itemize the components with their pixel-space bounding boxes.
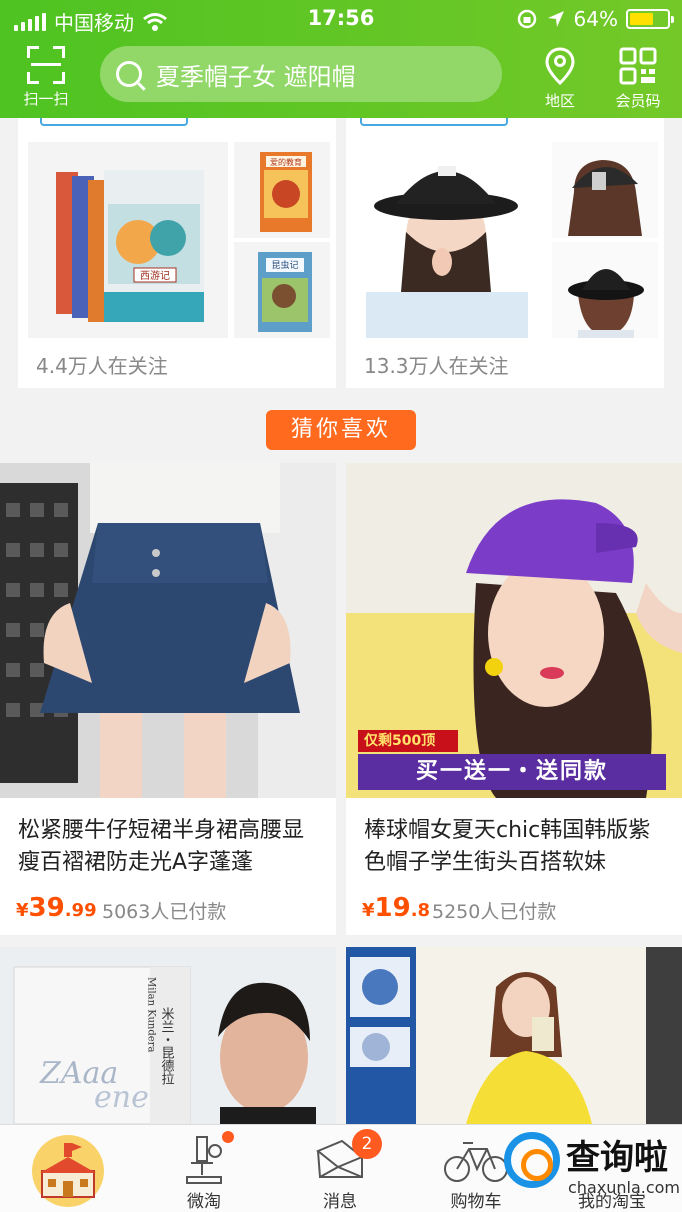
product-price: ¥19.8	[362, 893, 431, 923]
guess-you-like-header: 猜你喜欢	[0, 388, 682, 463]
product-image-books-set[interactable]: 西游记	[28, 142, 228, 338]
search-query: 夏季帽子女 遮阳帽	[156, 62, 356, 91]
topic-tag-button[interactable]	[40, 118, 188, 126]
product-title[interactable]: 棒球帽女夏天chic韩国韩版紫色帽子学生街头百搭软妹	[364, 815, 664, 879]
rotation-lock-icon	[517, 9, 536, 29]
tab-label: 消息	[323, 1192, 357, 1212]
member-code-label: 会员码	[615, 92, 661, 110]
model-bucket-hat-illustration	[366, 166, 528, 338]
topic-card-hats[interactable]: 13.3万人在关注	[346, 118, 664, 388]
yellow-dress-photo	[346, 947, 682, 1124]
watermark: 查询啦 chaxunla.com	[504, 1126, 680, 1210]
region-label: 地区	[544, 92, 575, 110]
hat-back-illustration	[568, 160, 642, 236]
home-castle-icon	[32, 1135, 104, 1207]
product-image[interactable]: ZAaa ene 米兰・昆德拉 Milan Kundera	[0, 947, 336, 1124]
weitao-new-dot	[222, 1131, 234, 1143]
location-pin-icon	[545, 47, 575, 86]
product-image[interactable]	[346, 947, 682, 1124]
search-icon	[116, 61, 142, 87]
follow-count: 4.4万人在关注	[36, 354, 168, 378]
scan-button[interactable]: 扫一扫	[14, 46, 78, 109]
guess-you-like-title: 猜你喜欢	[266, 410, 416, 450]
product-image-book-3[interactable]: 昆虫记	[234, 242, 330, 338]
book-cover-title-3: 昆虫记	[271, 259, 298, 271]
promo-tag: 仅剩500顶	[358, 730, 458, 752]
bicycle-cart-icon	[444, 1142, 508, 1182]
location-arrow-icon	[547, 11, 564, 27]
product-image-hat-side[interactable]	[552, 242, 658, 338]
topic-tag-button[interactable]	[360, 118, 508, 126]
member-code-icon	[619, 47, 657, 85]
denim-skirt-photo	[0, 463, 336, 798]
product-card[interactable]	[346, 947, 682, 1124]
book-author-cn: 米兰・昆德拉	[159, 1007, 175, 1085]
member-code-button[interactable]: 会员码	[606, 46, 670, 111]
battery-icon	[626, 9, 674, 29]
book-author-en: Milan Kundera	[146, 977, 157, 1052]
book-and-man-photo: ZAaa ene 米兰・昆德拉 Milan Kundera	[0, 947, 336, 1124]
svg-text:ene: ene	[94, 1080, 149, 1115]
battery-percent: 64%	[573, 7, 618, 31]
product-image-hat-back[interactable]	[552, 142, 658, 238]
product-image[interactable]	[0, 463, 336, 798]
tab-home[interactable]	[0, 1125, 136, 1212]
search-bar[interactable]: 夏季帽子女 遮阳帽	[100, 46, 502, 102]
book-cover-3: 昆虫记	[258, 252, 312, 332]
product-image-book-2[interactable]: 爱的教育	[234, 142, 330, 238]
scan-label: 扫一扫	[23, 90, 69, 108]
watermark-domain: chaxunla.com	[568, 1178, 680, 1197]
book-cover-title-2: 爱的教育	[270, 157, 302, 167]
product-image[interactable]: 仅剩500顶 买一送一・送同款	[346, 463, 682, 798]
tab-weitao[interactable]: 微淘	[136, 1125, 272, 1212]
promo-banner: 仅剩500顶 买一送一・送同款	[358, 730, 666, 790]
hat-side-illustration	[568, 269, 644, 338]
watermark-title: 查询啦	[566, 1138, 668, 1178]
product-card[interactable]: 松紧腰牛仔短裙半身裙高腰显瘦百褶裙防走光A字蓬蓬 ¥39.99 5063人已付款	[0, 463, 336, 935]
product-card[interactable]: 仅剩500顶 买一送一・送同款 棒球帽女夏天chic韩国韩版紫色帽子学生街头百搭…	[346, 463, 682, 935]
sold-count: 5063人已付款	[102, 901, 227, 923]
tab-messages[interactable]: 2 消息	[272, 1125, 408, 1212]
product-title[interactable]: 松紧腰牛仔短裙半身裙高腰显瘦百褶裙防走光A字蓬蓬	[18, 815, 318, 879]
region-button[interactable]: 地区	[536, 46, 584, 111]
sold-count: 5250人已付款	[432, 901, 557, 923]
scan-icon	[27, 46, 65, 84]
book-cover-title-1: 西游记	[140, 269, 170, 282]
app-header: 中国移动 17:56 64% 扫一扫 夏季帽子女 遮阳帽 地区 会员码	[0, 0, 682, 118]
messages-badge: 2	[352, 1129, 382, 1159]
promo-text: 买一送一・送同款	[358, 754, 666, 790]
topic-card-books[interactable]: 西游记 爱的教育 昆虫记 4.4万人在关注	[18, 118, 336, 388]
status-bar: 中国移动 17:56 64%	[0, 0, 682, 38]
product-price: ¥39.99	[16, 893, 97, 923]
book-set-illustration: 西游记	[56, 170, 204, 322]
tab-label: 微淘	[187, 1192, 221, 1212]
feed[interactable]: 西游记 爱的教育 昆虫记 4.4万人在关注 13.3万人在关注 猜你喜欢 松紧腰…	[0, 118, 682, 1124]
follow-count: 13.3万人在关注	[364, 354, 509, 378]
product-image-bucket-hat[interactable]	[346, 142, 546, 338]
book-cover-2: 爱的教育	[260, 152, 312, 232]
product-card[interactable]: ZAaa ene 米兰・昆德拉 Milan Kundera	[0, 947, 336, 1124]
watermark-logo-icon	[504, 1132, 560, 1188]
battery-fill	[630, 13, 654, 25]
